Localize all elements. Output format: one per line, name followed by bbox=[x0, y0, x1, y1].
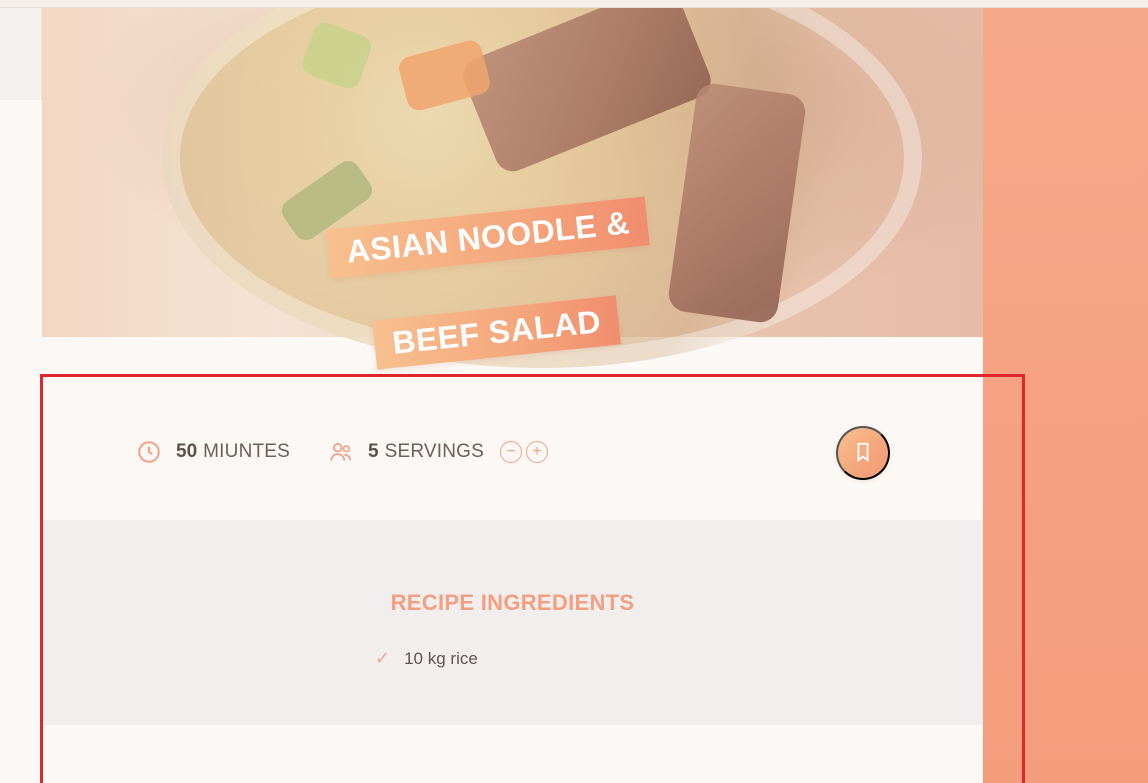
ingredients-list: ✓ 10 kg rice bbox=[375, 648, 478, 669]
servings-stepper: − + bbox=[500, 441, 549, 463]
list-item: ✓ 10 kg rice bbox=[375, 648, 478, 669]
decrease-servings-button[interactable]: − bbox=[500, 441, 523, 463]
cook-time: 50 MIUNTES bbox=[136, 440, 290, 464]
cook-time-unit: MIUNTES bbox=[203, 441, 291, 462]
ingredients-heading: RECIPE INGREDIENTS bbox=[390, 590, 635, 615]
bookmark-icon bbox=[852, 441, 874, 466]
users-icon bbox=[328, 439, 354, 465]
top-bar bbox=[0, 0, 1148, 8]
recipe-hero-image bbox=[42, 8, 983, 368]
check-icon: ✓ bbox=[375, 648, 391, 668]
recipe-info-row: 50 MIUNTES 5 SERVINGS − + bbox=[42, 408, 983, 518]
side-background bbox=[983, 8, 1148, 783]
servings-value: 5 bbox=[368, 441, 379, 462]
ingredients-section: RECIPE INGREDIENTS ✓ 10 kg rice bbox=[42, 520, 983, 725]
increase-servings-button[interactable]: + bbox=[526, 441, 549, 463]
cook-time-value: 50 bbox=[176, 441, 198, 462]
servings-unit: SERVINGS bbox=[384, 441, 485, 462]
servings: 5 SERVINGS − + bbox=[328, 439, 549, 465]
clock-icon bbox=[136, 439, 162, 465]
bookmark-button[interactable] bbox=[836, 426, 890, 480]
recipe-card: ASIAN NOODLE & BEEF SALAD 50 MIUNTES 5 S… bbox=[42, 8, 983, 783]
ingredient-text: 10 kg rice bbox=[404, 648, 478, 668]
bottom-area bbox=[42, 725, 983, 783]
left-panel bbox=[0, 8, 42, 100]
